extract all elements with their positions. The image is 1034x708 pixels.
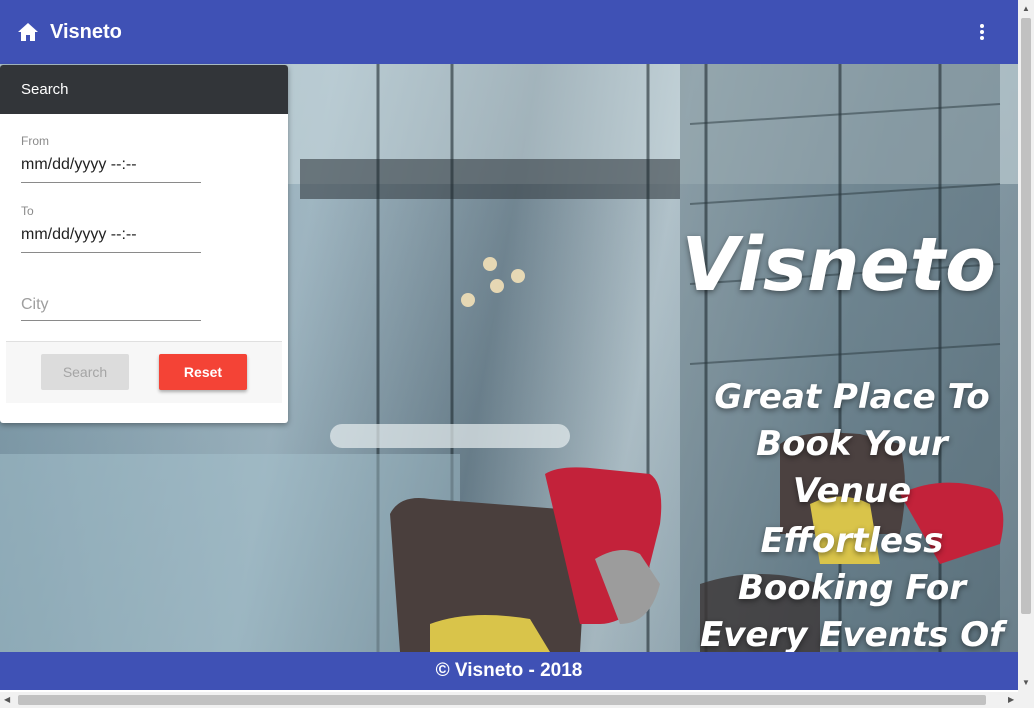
hero-tagline-2: Effortless Booking For Every Events Of (700, 521, 1004, 652)
to-label: To (21, 204, 34, 218)
reset-button[interactable]: Reset (159, 354, 247, 390)
app-bar: Visneto (0, 0, 1018, 64)
search-actions: Search Reset (6, 341, 282, 403)
search-panel-header: Search (0, 65, 288, 114)
app-title[interactable]: Visneto (50, 21, 122, 44)
more-vert-icon[interactable] (970, 20, 994, 44)
horizontal-scroll-thumb[interactable] (18, 695, 986, 705)
hero-brand: Visneto (681, 222, 996, 308)
scroll-down-icon[interactable]: ▼ (1022, 678, 1030, 687)
footer: © Visneto - 2018 (0, 652, 1018, 690)
scroll-right-icon[interactable]: ▶ (1008, 695, 1014, 704)
home-icon[interactable] (16, 20, 40, 44)
hero-tagline-1: Great Place To Book Your Venue (714, 377, 990, 511)
city-field[interactable]: City (21, 296, 201, 321)
search-panel: Search From mm/dd/yyyy --:-- To mm/dd/yy… (0, 65, 288, 423)
scroll-left-icon[interactable]: ◀ (4, 695, 10, 704)
city-input[interactable]: City (21, 296, 201, 321)
to-input[interactable]: mm/dd/yyyy --:-- (21, 226, 201, 253)
from-input[interactable]: mm/dd/yyyy --:-- (21, 156, 201, 183)
from-label: From (21, 134, 49, 148)
from-field[interactable]: From mm/dd/yyyy --:-- (21, 134, 201, 183)
scroll-up-icon[interactable]: ▲ (1022, 4, 1030, 13)
search-button[interactable]: Search (41, 354, 129, 390)
to-field[interactable]: To mm/dd/yyyy --:-- (21, 204, 201, 253)
vertical-scroll-thumb[interactable] (1021, 18, 1031, 614)
